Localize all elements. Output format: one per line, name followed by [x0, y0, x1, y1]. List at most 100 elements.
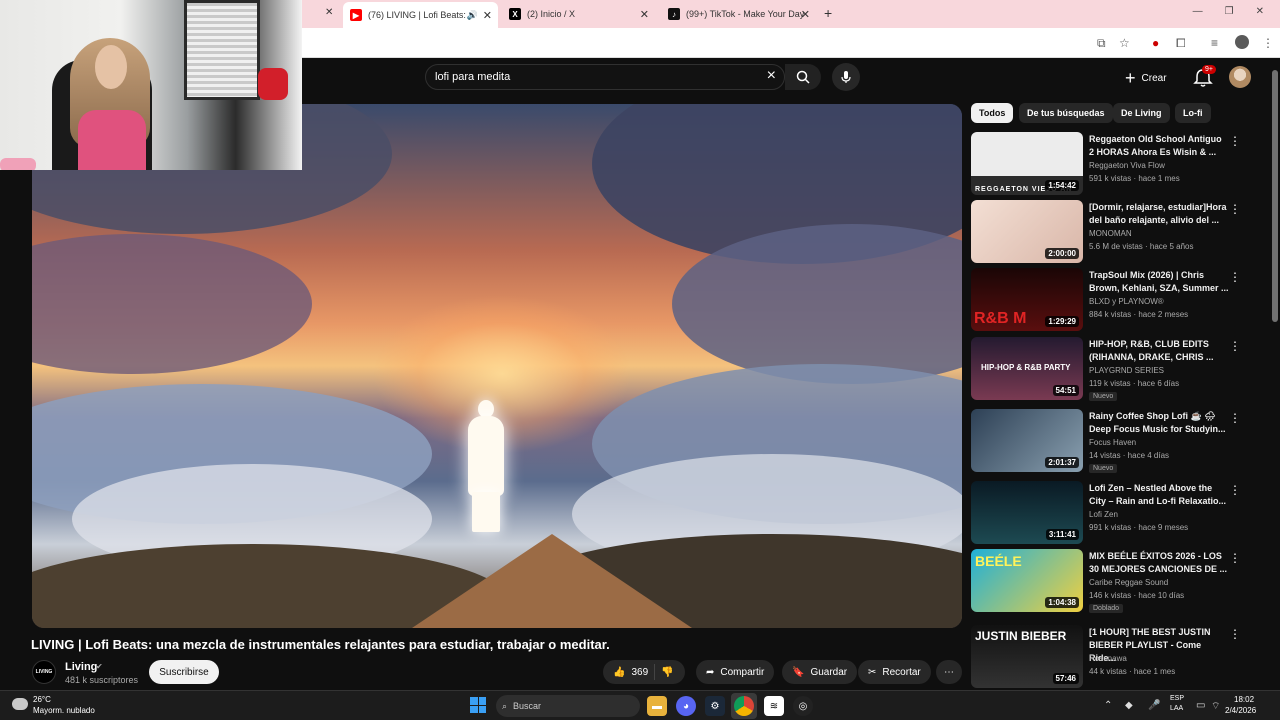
scissors-icon: ✂: [868, 666, 877, 678]
file-explorer-icon[interactable]: ▬: [647, 696, 667, 716]
discord-icon[interactable]: ◕: [676, 696, 696, 716]
new-tab-button[interactable]: +: [824, 5, 832, 21]
clock-time[interactable]: 18:02: [1234, 695, 1254, 704]
steam-icon[interactable]: ⚙: [705, 696, 725, 716]
recommendation-title: Rainy Coffee Shop Lofi ☕ 🌧 Deep Focus Mu…: [1089, 411, 1226, 434]
windows-start-icon[interactable]: [470, 697, 486, 713]
tab-label: (76) LIVING | Lofi Beats: una: [368, 10, 468, 20]
chip-living[interactable]: De Living: [1113, 103, 1170, 123]
video-thumbnail: 3:11:41: [971, 481, 1083, 544]
tab-close-button[interactable]: ✕: [325, 7, 333, 18]
chip-searches[interactable]: De tus búsquedas: [1019, 103, 1113, 123]
network-app-icon[interactable]: ◆: [1125, 700, 1133, 711]
tab-x[interactable]: X (2) Inicio / X ✕: [505, 3, 655, 25]
more-actions-button[interactable]: ⋯: [936, 660, 962, 684]
save-button[interactable]: 🔖 Guardar: [782, 660, 858, 684]
scrollbar-thumb[interactable]: [1272, 70, 1278, 322]
recommendation-title: Lofi Zen – Nestled Above the City – Rain…: [1089, 483, 1227, 506]
thumbs-down-icon[interactable]: 👎: [661, 667, 673, 678]
menu-dots-icon[interactable]: ⋮: [1262, 36, 1274, 50]
new-badge: Nuevo: [1089, 392, 1118, 401]
display-icon[interactable]: ▭: [1196, 700, 1205, 711]
more-options-icon[interactable]: ⋮: [1229, 627, 1241, 641]
close-window-icon[interactable]: ✕: [1256, 6, 1264, 17]
tab-youtube[interactable]: ▶ (76) LIVING | Lofi Beats: una 🔊 ✕: [343, 2, 498, 28]
recommendation-item[interactable]: JUSTIN BIEBER 57:46 [1 HOUR] THE BEST JU…: [971, 625, 1261, 688]
minimize-icon[interactable]: —: [1193, 6, 1203, 17]
more-options-icon[interactable]: ⋮: [1229, 411, 1241, 425]
streamer-top: [78, 110, 146, 170]
keyboard-layout[interactable]: LAA: [1170, 705, 1183, 712]
chip-lofi[interactable]: Lo-fi: [1175, 103, 1211, 123]
tab-label: (2) Inicio / X: [527, 9, 576, 19]
thumbnail-text: HIP-HOP & R&B PARTY: [981, 363, 1071, 372]
recommendation-meta: 119 k vistas · hace 6 días: [1089, 379, 1180, 388]
recommendation-item[interactable]: 2:01:37 Rainy Coffee Shop Lofi ☕ 🌧 Deep …: [971, 409, 1261, 475]
recommendation-item[interactable]: REGGAETON VIEJO AN 1:54:42 Reggaeton Old…: [971, 132, 1261, 198]
recommendation-title: MIX BEÉLE ÉXITOS 2026 - LOS 30 MEJORES C…: [1089, 551, 1228, 574]
language-indicator[interactable]: ESP: [1170, 695, 1184, 702]
chip-todos[interactable]: Todos: [971, 103, 1014, 123]
glowing-figure-legs: [472, 492, 500, 532]
recommendation-meta: 146 k vistas · hace 10 días: [1089, 591, 1185, 600]
recommendation-item[interactable]: BEÉLE 1:04:38 MIX BEÉLE ÉXITOS 2026 - LO…: [971, 549, 1261, 615]
share-button[interactable]: ➦ Compartir: [696, 660, 775, 684]
bookmark-star-icon[interactable]: ☆: [1119, 36, 1130, 50]
subscribe-button[interactable]: Suscribirse: [149, 660, 219, 684]
channel-avatar[interactable]: LIVING: [32, 660, 56, 684]
more-options-icon[interactable]: ⋮: [1229, 134, 1241, 148]
clip-label: Recortar: [882, 666, 921, 678]
dubbed-badge: Doblado: [1089, 604, 1124, 613]
microphone-tray-icon[interactable]: 🎤: [1148, 700, 1160, 711]
more-options-icon[interactable]: ⋮: [1229, 551, 1241, 565]
obs-icon[interactable]: ◎: [793, 696, 813, 716]
more-options-icon[interactable]: ⋮: [1229, 270, 1241, 284]
more-options-icon[interactable]: ⋮: [1229, 339, 1241, 353]
like-button[interactable]: 👍 369: [613, 667, 648, 678]
recommendation-channel: Reggaeton Viva Flow: [1089, 161, 1165, 170]
more-icon: ⋯: [944, 666, 954, 678]
voice-search-button[interactable]: [832, 63, 860, 91]
video-thumbnail: 2:01:37: [971, 409, 1083, 472]
video-duration: 1:54:42: [1045, 180, 1079, 191]
video-duration: 57:46: [1052, 673, 1079, 684]
search-query[interactable]: lofi para medita: [435, 71, 510, 83]
search-button[interactable]: [785, 64, 821, 90]
recommendation-channel: BLXD y PLAYNOW®: [1089, 297, 1164, 306]
taskbar-search[interactable]: ⌕ Buscar: [496, 695, 640, 717]
profile-avatar[interactable]: [1235, 35, 1249, 49]
create-button[interactable]: + Crear: [1125, 66, 1167, 90]
extension-red-icon[interactable]: ●: [1152, 36, 1159, 50]
recommendation-item[interactable]: HIP-HOP & R&B PARTY 54:51 HIP-HOP, R&B, …: [971, 337, 1261, 403]
clear-search-icon[interactable]: ×: [767, 67, 776, 85]
recommendation-item[interactable]: 2:00:00 [Dormir, relajarse, estudiar]Hor…: [971, 200, 1261, 266]
search-input[interactable]: lofi para medita ×: [425, 64, 785, 90]
close-tab-icon[interactable]: ✕: [483, 9, 492, 22]
chevron-up-icon[interactable]: ⌃: [1104, 700, 1112, 711]
recommendation-item[interactable]: R&B M 1:29:29 TrapSoul Mix (2026) | Chri…: [971, 268, 1261, 334]
app-icon[interactable]: ≋: [764, 696, 784, 716]
chrome-icon[interactable]: [734, 696, 754, 716]
x-icon: X: [509, 8, 521, 20]
video-player[interactable]: [32, 104, 962, 628]
extensions-icon[interactable]: ⧠: [1176, 36, 1186, 51]
close-tab-icon[interactable]: ✕: [640, 8, 649, 21]
clock-date[interactable]: 2/4/2026: [1225, 706, 1256, 715]
user-avatar[interactable]: [1229, 66, 1251, 88]
tab-tiktok[interactable]: ♪ (99+) TikTok - Make Your Day ✕: [664, 3, 816, 25]
more-options-icon[interactable]: ⋮: [1229, 483, 1241, 497]
weather-description[interactable]: Mayorm. nublado: [33, 706, 95, 715]
maximize-icon[interactable]: ❐: [1225, 6, 1234, 17]
temperature[interactable]: 26°C: [33, 695, 51, 704]
wifi-icon[interactable]: ⌔: [1211, 700, 1220, 713]
reading-list-icon[interactable]: ≡: [1211, 36, 1218, 50]
pink-object: [0, 158, 36, 170]
more-options-icon[interactable]: ⋮: [1229, 202, 1241, 216]
clip-button[interactable]: ✂ Recortar: [858, 660, 931, 684]
recommendation-item[interactable]: 3:11:41 Lofi Zen – Nestled Above the Cit…: [971, 481, 1261, 547]
close-tab-icon[interactable]: ✕: [801, 8, 810, 21]
install-app-icon[interactable]: ⧉: [1097, 36, 1106, 51]
channel-name[interactable]: Living: [65, 661, 97, 673]
youtube-icon: ▶: [350, 9, 362, 21]
video-duration: 1:29:29: [1045, 316, 1079, 327]
